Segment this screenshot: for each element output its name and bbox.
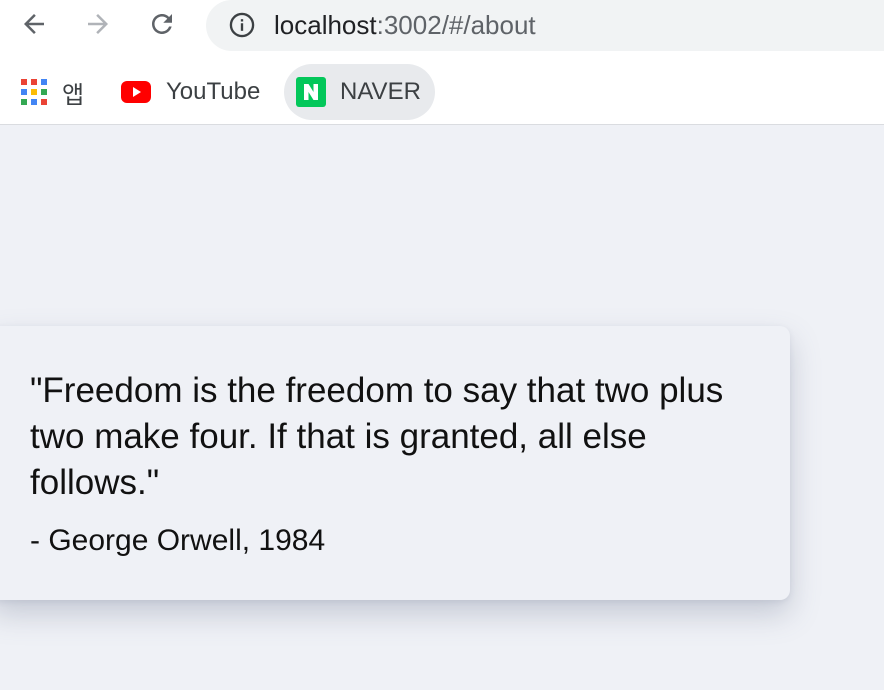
url-host: localhost — [274, 10, 377, 40]
site-info-button[interactable] — [228, 11, 256, 39]
quote-text: "Freedom is the freedom to say that two … — [30, 371, 724, 502]
arrow-left-icon — [24, 14, 44, 34]
reload-icon — [152, 13, 172, 34]
page-content: "Freedom is the freedom to say that two … — [0, 126, 884, 690]
youtube-icon — [120, 80, 152, 104]
bookmarks-bar: 앱 YouTube NAVER — [0, 62, 884, 122]
apps-grid-icon — [20, 78, 48, 106]
bookmark-apps-label: 앱 — [62, 81, 85, 109]
bookmark-apps[interactable]: 앱 — [20, 64, 84, 120]
bookmark-naver[interactable]: NAVER — [284, 64, 435, 120]
info-icon — [229, 12, 255, 38]
address-bar[interactable]: localhost:3002/#/about — [206, 0, 884, 51]
url-path: :3002/#/about — [376, 10, 536, 40]
arrow-right-icon — [88, 14, 108, 34]
quote-card: "Freedom is the freedom to say that two … — [0, 326, 790, 600]
naver-icon — [296, 77, 326, 107]
back-button[interactable] — [16, 6, 52, 42]
quote-author: - George Orwell, 1984 — [30, 524, 326, 557]
bookmark-youtube-label: YouTube — [166, 78, 261, 105]
bookmark-naver-label: NAVER — [340, 78, 421, 105]
reload-button[interactable] — [144, 6, 180, 42]
url-text[interactable]: localhost:3002/#/about — [274, 9, 536, 41]
bookmark-youtube[interactable]: YouTube — [120, 64, 260, 120]
browser-toolbar: localhost:3002/#/about 앱 YouTube NAVER — [0, 0, 884, 125]
forward-button[interactable] — [80, 6, 116, 42]
